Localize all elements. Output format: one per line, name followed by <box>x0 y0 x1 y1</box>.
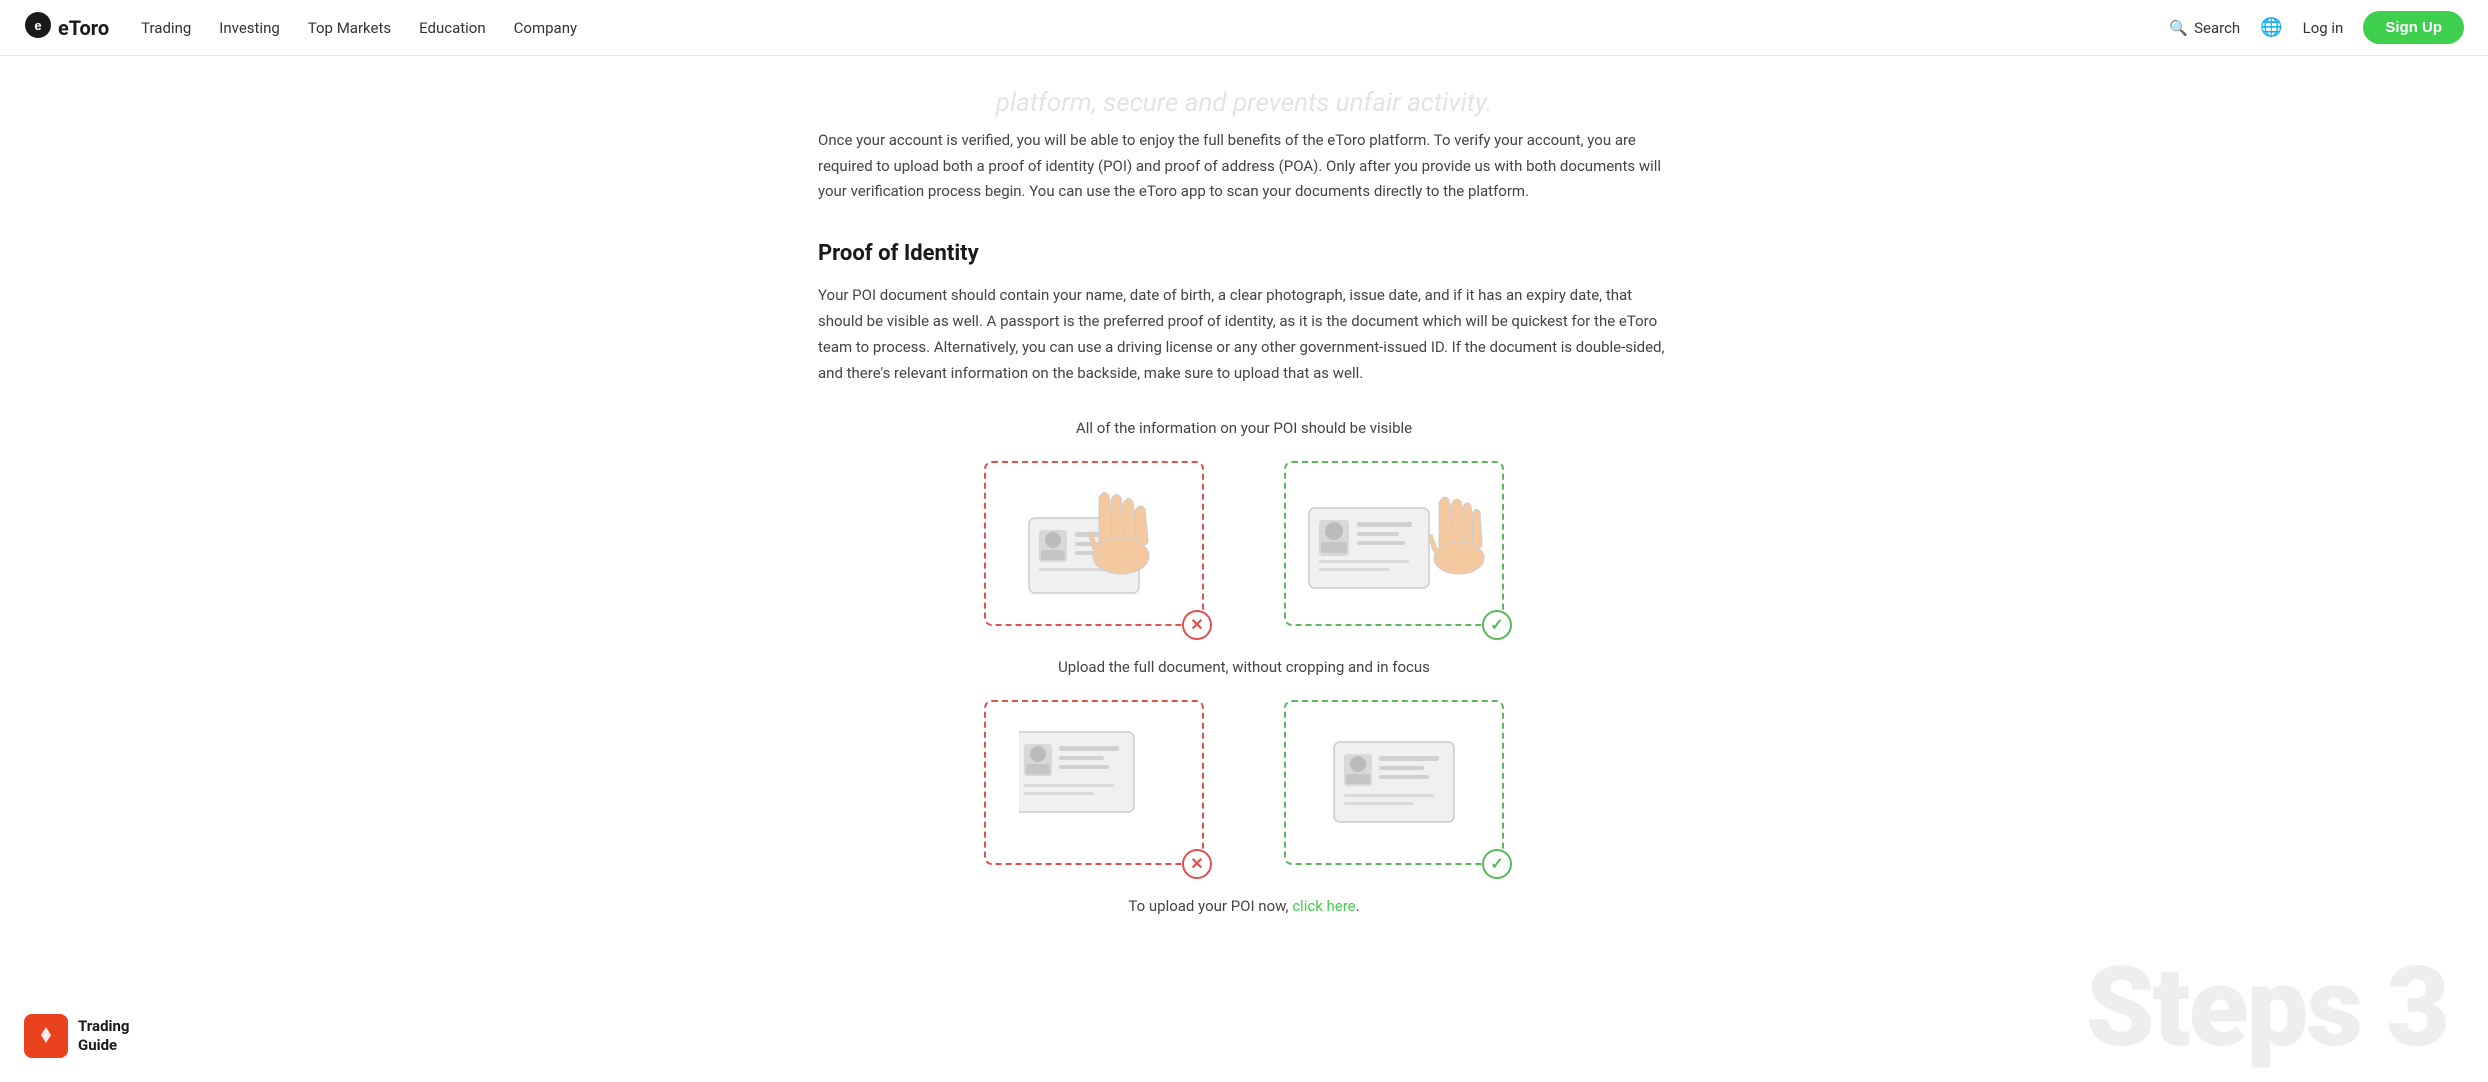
examples-row-1: ✕ <box>818 461 1670 626</box>
badge-label: Trading Guide <box>78 1017 129 1056</box>
svg-text:e: e <box>34 18 41 33</box>
bad-example-1: ✕ <box>984 461 1204 626</box>
section-title: Proof of Identity <box>818 241 1670 266</box>
good-border-1 <box>1284 461 1504 626</box>
bad-example-2: ✕ <box>984 700 1204 865</box>
examples-row-2: ✕ ✓ <box>818 700 1670 865</box>
intro-paragraph: Once your account is verified, you will … <box>818 128 1670 205</box>
upload-text-before: To upload your POI now, <box>1128 897 1288 915</box>
upload-text: To upload your POI now, click here. <box>818 897 1670 915</box>
signup-button[interactable]: Sign Up <box>2363 11 2464 44</box>
login-button[interactable]: Log in <box>2303 19 2344 37</box>
upload-text-after: . <box>1356 897 1360 915</box>
nav-investing[interactable]: Investing <box>219 19 280 37</box>
good-badge-2: ✓ <box>1482 849 1512 879</box>
bad-border-2 <box>984 700 1204 865</box>
good-badge-1: ✓ <box>1482 610 1512 640</box>
good-example-2: ✓ <box>1284 700 1504 865</box>
nav-links: Trading Investing Top Markets Education … <box>141 19 2137 37</box>
logo-icon: e <box>24 11 52 45</box>
search-button[interactable]: 🔍 Search <box>2169 19 2240 37</box>
watermark: Steps 3 <box>2086 943 2448 1072</box>
nav-right: 🔍 Search 🌐 Log in Sign Up <box>2169 11 2464 44</box>
upload-link[interactable]: click here <box>1292 897 1355 915</box>
logo-text: eToro <box>58 16 109 40</box>
nav-company[interactable]: Company <box>514 19 577 37</box>
blurred-heading: platform, secure and prevents unfair act… <box>818 88 1670 118</box>
body-text: Your POI document should contain your na… <box>818 282 1670 387</box>
content-wrapper: platform, secure and prevents unfair act… <box>794 56 1694 995</box>
search-label: Search <box>2194 19 2240 37</box>
caption-1: All of the information on your POI shoul… <box>818 419 1670 437</box>
bad-border-1 <box>984 461 1204 626</box>
navbar: e eToro Trading Investing Top Markets Ed… <box>0 0 2488 56</box>
bottom-badge: Trading Guide <box>24 1014 129 1058</box>
globe-icon[interactable]: 🌐 <box>2260 17 2282 38</box>
search-icon: 🔍 <box>2169 19 2188 37</box>
nav-education[interactable]: Education <box>419 19 486 37</box>
nav-trading[interactable]: Trading <box>141 19 191 37</box>
caption-2: Upload the full document, without croppi… <box>818 658 1670 676</box>
bad-badge-1: ✕ <box>1182 610 1212 640</box>
good-border-2 <box>1284 700 1504 865</box>
good-example-1: ✓ <box>1284 461 1504 626</box>
bad-badge-2: ✕ <box>1182 849 1212 879</box>
logo[interactable]: e eToro <box>24 11 109 45</box>
nav-top-markets[interactable]: Top Markets <box>308 19 391 37</box>
badge-icon <box>24 1014 68 1058</box>
